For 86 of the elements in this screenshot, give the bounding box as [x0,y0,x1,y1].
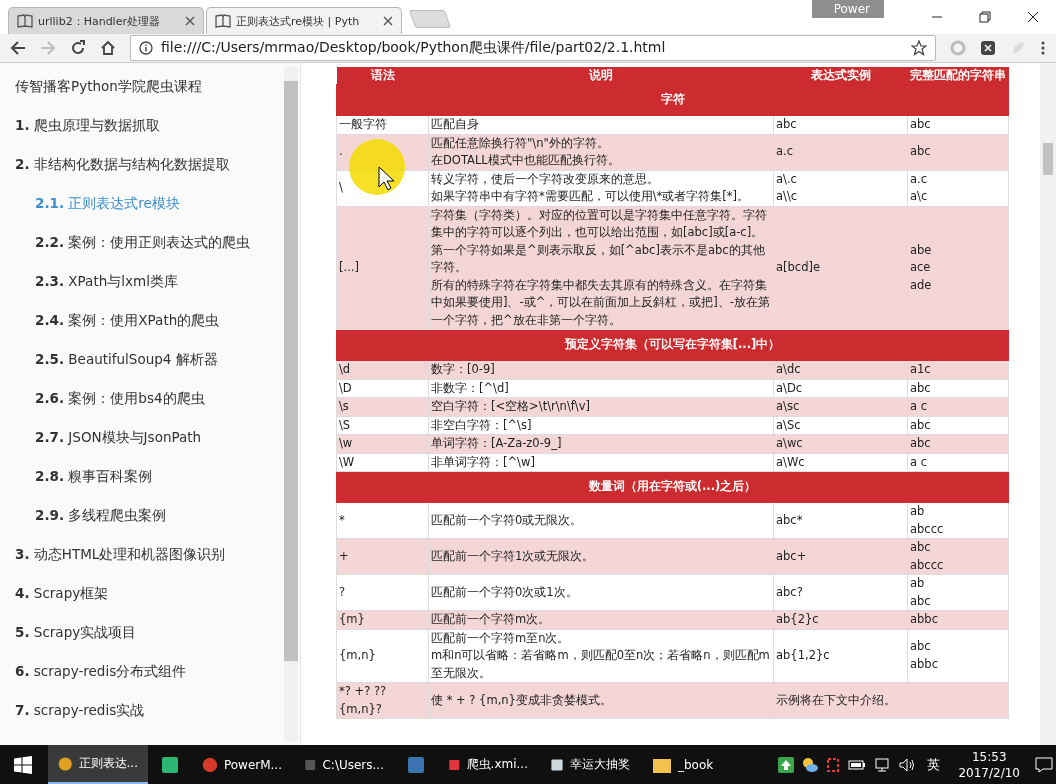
table-cell: abc [907,134,1009,170]
table-cell: abc abbc [907,629,1009,683]
taskbar-app[interactable]: _book [642,745,742,784]
section-header: 预定义字符集（可以写在字符集[...]中） [336,329,1009,361]
table-cell: [...] [336,206,429,330]
section-header: 字符 [336,84,1009,116]
table-cell: 匹配前一个字符m至n次。 m和n可以省略：若省略m，则匹配0至n次；若省略n，则匹配m至无限次。 [428,629,774,683]
table-cell: abc* [773,502,908,539]
column-header: 完整匹配的字符串 [907,67,1009,85]
column-header: 表达式实例 [773,67,908,85]
table-cell: 匹配前一个字符0或无限次。 [428,502,774,539]
table-cell: 匹配任意除换行符"\n"外的字符。 在DOTALL模式中也能匹配换行符。 [428,134,774,170]
scrollbar[interactable] [284,67,298,741]
chapter-link[interactable]: 2.9. 多线程爬虫案例 [15,504,282,543]
chapter-link[interactable]: 1. 爬虫原理与数据抓取 [15,114,282,153]
table-cell: * [336,502,429,539]
table-cell: ab{1,2}c [773,629,908,683]
taskbar-app[interactable]: PowerM... [192,745,292,784]
upload-icon[interactable] [778,756,795,773]
chapter-link[interactable]: 4. Scrapy框架 [15,582,282,621]
chapter-link[interactable]: 2.4. 案例：使用XPath的爬虫 [15,309,282,348]
table-cell: abc+ [773,538,908,575]
table-cell: 匹配前一个字符0次或1次。 [428,574,774,611]
table-cell: 转义字符，使后一个字符改变原来的意思。 如果字符串中有字符*需要匹配，可以使用\*或者字符集[*]。 [428,170,774,206]
table-cell: 示例将在下文中介绍。 [773,682,1009,719]
chapter-link[interactable]: 5. Scrapy实战项目 [15,621,282,660]
browser-tab[interactable]: 正则表达式re模块 | Pyth [206,7,402,34]
table-cell: a.c a\c [907,170,1009,206]
chapter-link[interactable]: 2.5. BeautifulSoup4 解析器 [15,348,282,387]
restore-icon[interactable] [979,11,991,23]
star-icon[interactable] [911,40,927,56]
app-icon [406,754,426,775]
table-cell: abe ace ade [907,206,1009,330]
info-icon[interactable] [139,41,153,55]
chapter-link[interactable]: 2.1. 正则表达式re模块 [15,192,282,231]
input-method-indicator[interactable]: 英 [927,755,941,774]
chapter-link[interactable]: 2.2. 案例：使用正则表达式的爬虫 [15,231,282,270]
taskbar-app[interactable]: 爬虫.xmi... [438,745,538,784]
weather-icon[interactable] [802,756,819,773]
close-icon[interactable] [383,16,393,26]
chapter-link[interactable]: 2.3. XPath与lxml类库 [15,270,282,309]
chapter-link[interactable]: 2.6. 案例：使用bs4的爬虫 [15,387,282,426]
table-cell: 字符集（字符类）。对应的位置可以是字符集中任意字符。字符集中的字符可以逐个列出，也可以给出范围，如[abc]或[a-c]。第一个字符如果是^则表示取反，如[^abc]表示不是abc的其他字符。 所有的特殊字符在字符集中都失去其原有的特殊含义。在字符集中如果要使用]、-或^，可以在前面加上反斜杠，或把]、-放在第一个字符，把^放在非第一个字符。 [428,206,774,330]
column-header: 说明 [428,67,774,85]
windows-start-icon[interactable] [14,755,32,774]
home-icon[interactable] [100,40,116,56]
table-cell: *? +? ?? {m,n}? [336,682,429,719]
reload-icon[interactable] [70,40,86,56]
chapter-link[interactable]: 2.7. JSON模块与JsonPath [15,426,282,465]
table-cell: a\.c a\\c [773,170,908,206]
table-cell: a[bcd]e [773,206,908,330]
table-cell: + [336,538,429,575]
book-title: 传智播客Python学院爬虫课程 [15,77,203,96]
section-header: 数量词（用在字符或(...)之后） [336,471,1009,503]
back-icon[interactable] [10,40,26,56]
scrollbar[interactable] [1040,63,1056,745]
battery-icon[interactable] [848,757,867,772]
column-header: 语法 [336,67,429,85]
chapter-link[interactable]: 6. scrapy-redis分布式组件 [15,660,282,699]
volume-icon[interactable] [898,756,917,773]
table-cell: abc? [773,574,908,611]
address-bar[interactable]: file:///C:/Users/mrmao/Desktop/book/Python爬虫课件/file/part02/2.1.html [130,35,936,61]
extension-icon[interactable] [980,40,996,56]
notification-icon[interactable] [1035,756,1053,773]
table-cell: 使 * + ? {m,n}变成非贪婪模式。 [428,682,774,719]
table-cell: {m,n} [336,629,429,683]
table-cell: 匹配前一个字符1次或无限次。 [428,538,774,575]
clock[interactable]: 15:53 2017/2/10 [958,748,1020,781]
close-icon[interactable] [1027,11,1039,23]
taskbar-app[interactable]: 正则表达... [48,745,148,784]
network-icon[interactable] [874,756,891,773]
chapter-link[interactable]: 7. scrapy-redis实战 [15,699,282,738]
browser-tab[interactable]: urllib2：Handler处理器 [8,7,204,34]
chapter-link[interactable]: 3. 动态HTML处理和机器图像识别 [15,543,282,582]
table-cell: a.c [773,134,908,170]
chapter-link[interactable]: 2.8. 糗事百科案例 [15,465,282,504]
taskbar-app[interactable]: C:\Users... [294,745,394,784]
app-icon [160,754,180,775]
taskbar-app[interactable]: 幸运大抽奖 [540,745,640,784]
book-icon [17,14,33,28]
table-cell: ? [336,574,429,611]
chapter-link[interactable]: 2. 非结构化数据与结构化数据提取 [15,153,282,192]
record-icon[interactable] [826,756,841,773]
url-text: file:///C:/Users/mrmao/Desktop/book/Python爬虫课件/file/part02/2.1.html [161,39,667,57]
book-icon [215,14,231,28]
menu-icon[interactable] [1040,40,1046,56]
